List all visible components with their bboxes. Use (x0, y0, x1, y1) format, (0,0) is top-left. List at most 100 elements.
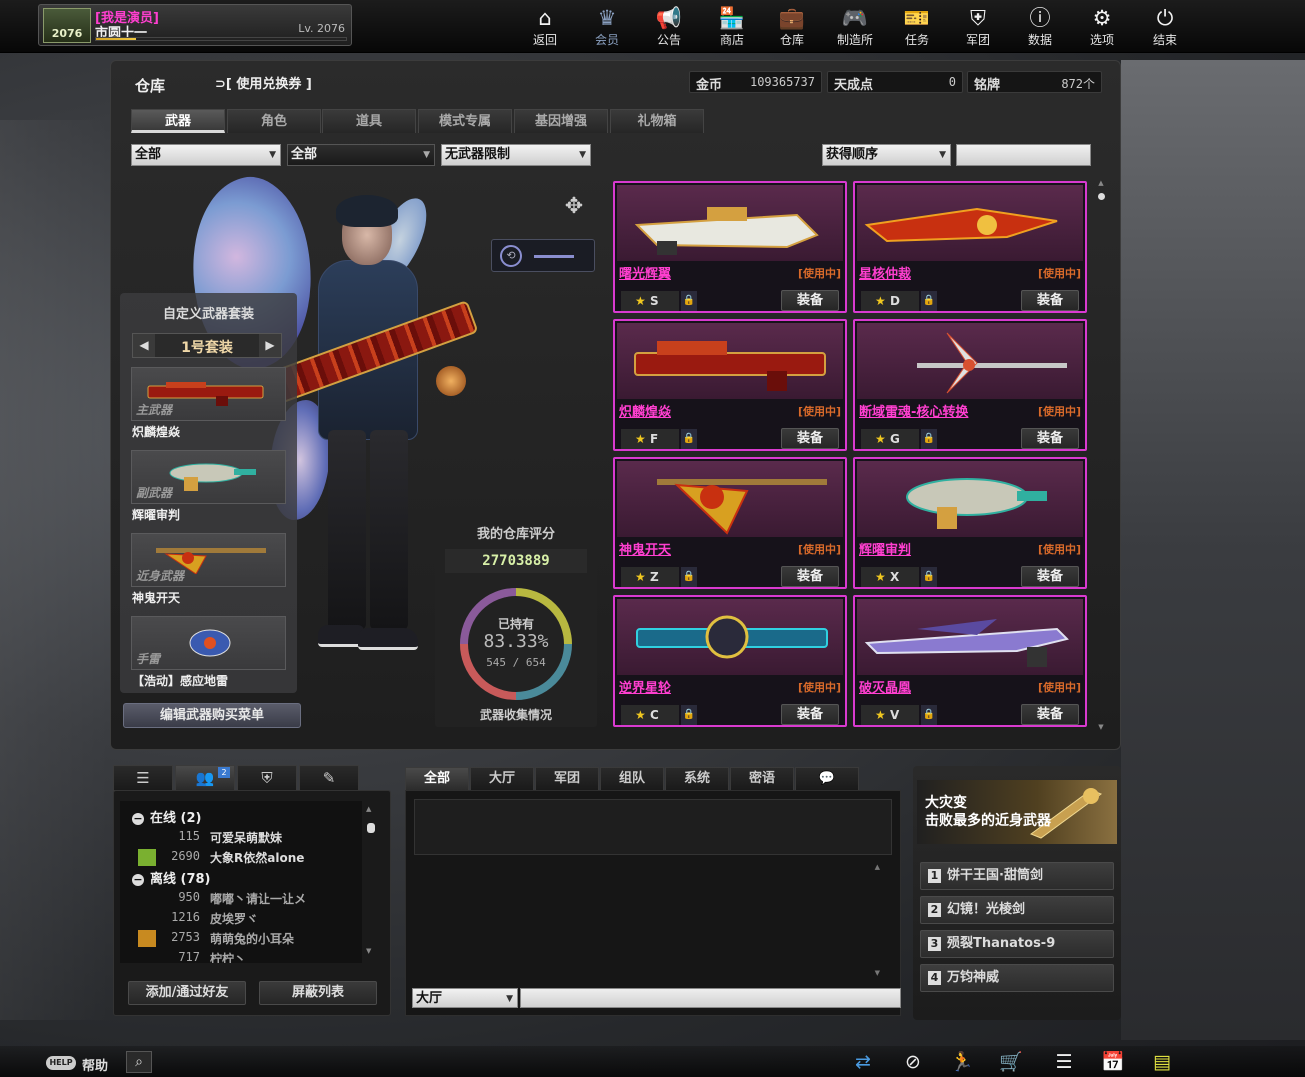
primary-slot[interactable]: 主武器 (131, 367, 286, 421)
grenade-slot[interactable]: 手雷 (131, 616, 286, 670)
weapon-name[interactable]: 炽麟煌焱 (619, 401, 671, 420)
tab-chat-all[interactable]: 全部 (405, 767, 469, 791)
nav-shop[interactable]: 🏪 商店 (702, 5, 762, 49)
chat-input[interactable] (520, 988, 901, 1008)
list-item[interactable]: 717 柠柠丶 (138, 950, 362, 963)
list-item[interactable]: 1216 皮埃罗ヾ (138, 910, 362, 928)
friends-scrollbar[interactable]: ▲ ▼ (366, 805, 375, 955)
tab-chat-system[interactable]: 系统 (665, 767, 729, 791)
swap-icon[interactable]: ⇄ (849, 1050, 877, 1074)
weapon-card[interactable]: 破灭晶凰 [使用中] ★ V 🔒 装备 (853, 595, 1087, 727)
tab-clan-members[interactable]: ⛨ (237, 765, 297, 791)
next-set-button[interactable]: ▶ (259, 334, 281, 357)
previous-set-button[interactable]: ◀ (133, 334, 155, 357)
nav-stats[interactable]: ⓘ 数据 (1010, 5, 1070, 49)
scroll-down-icon[interactable]: ▼ (1097, 723, 1105, 731)
melee-slot[interactable]: 近身武器 (131, 533, 286, 587)
scroll-down-icon[interactable]: ▼ (366, 947, 371, 955)
tab-chat-team[interactable]: 组队 (600, 767, 664, 791)
block-list-button[interactable]: 屏蔽列表 (259, 981, 377, 1005)
weapon-name[interactable]: 神鬼开天 (619, 539, 671, 558)
ranking-row[interactable]: 1 饼干王国·甜筒剑 (920, 862, 1114, 890)
weapon-card[interactable]: 曙光辉翼 [使用中] ★ S 🔒 装备 (613, 181, 847, 313)
compass-icon[interactable]: ⊘ (899, 1050, 927, 1074)
equip-button[interactable]: 装备 (1021, 290, 1079, 311)
weapon-card[interactable]: 星核仲裁 [使用中] ★ D 🔒 装备 (853, 181, 1087, 313)
calendar-icon[interactable]: 📅 (1099, 1050, 1127, 1074)
equip-button[interactable]: 装备 (781, 428, 839, 449)
weapon-name[interactable]: 星核仲裁 (859, 263, 911, 282)
weapon-card[interactable]: 神鬼开天 [使用中] ★ Z 🔒 装备 (613, 457, 847, 589)
scroll-up-icon[interactable]: ▲ (875, 863, 880, 871)
use-voucher-button[interactable]: ⊃[ 使用兑换券 ] (215, 73, 312, 92)
skin-toggle[interactable]: ⟲ (491, 239, 595, 272)
weapon-scrollbar[interactable]: ▲ ▼ (1097, 179, 1105, 731)
limit-filter-select[interactable]: 无武器限制 ▼ (441, 144, 591, 166)
weapon-card[interactable]: 逆界星轮 [使用中] ★ C 🔒 装备 (613, 595, 847, 727)
type-filter-select[interactable]: 全部 ▼ (131, 144, 281, 166)
nav-workshop[interactable]: 🎮 制造所 (825, 5, 885, 49)
weapon-name[interactable]: 断域雷魂-核心转换 (859, 401, 968, 420)
equip-button[interactable]: 装备 (781, 704, 839, 725)
nav-notice[interactable]: 📢 公告 (639, 5, 699, 49)
sort-select[interactable]: 获得顺序 ▼ (822, 144, 951, 166)
tab-giftbox[interactable]: 礼物箱 (610, 109, 704, 133)
checklist-icon[interactable]: ☰ (1050, 1050, 1078, 1074)
nav-mission[interactable]: 🎫 任务 (887, 5, 947, 49)
tab-items[interactable]: 道具 (322, 109, 416, 133)
weapon-card[interactable]: 炽麟煌焱 [使用中] ★ F 🔒 装备 (613, 319, 847, 451)
nav-warehouse[interactable]: 💼 仓库 (762, 5, 822, 49)
nav-exit[interactable]: ⏻ 结束 (1135, 5, 1195, 49)
tab-characters[interactable]: 角色 (227, 109, 321, 133)
sub-filter-select[interactable]: 全部 ▼ (287, 144, 435, 166)
weapon-name[interactable]: 破灭晶凰 (859, 677, 911, 696)
scroll-up-icon[interactable]: ▲ (366, 805, 371, 813)
edit-buy-menu-button[interactable]: 编辑武器购买菜单 (123, 703, 301, 728)
tab-chat-clan[interactable]: 军团 (535, 767, 599, 791)
equip-button[interactable]: 装备 (781, 290, 839, 311)
tab-friends-list[interactable]: ☰ (113, 765, 173, 791)
ranking-row[interactable]: 3 殒裂Thanatos-9 (920, 930, 1114, 958)
chat-channel-select[interactable]: 大厅 ▼ (412, 988, 518, 1008)
nav-clan[interactable]: ⛨ 军团 (948, 5, 1008, 49)
equip-button[interactable]: 装备 (781, 566, 839, 587)
offline-group[interactable]: − 离线 (78) (132, 868, 211, 887)
tab-mode-exclusive[interactable]: 模式专属 (418, 109, 512, 133)
list-item[interactable]: 2690 大象R依然alone (138, 849, 362, 867)
tab-chat-lobby[interactable]: 大厅 (470, 767, 534, 791)
weapon-card[interactable]: 断域雷魂-核心转换 [使用中] ★ G 🔒 装备 (853, 319, 1087, 451)
tab-chat-emoji[interactable]: 💬 (795, 767, 859, 791)
search-input[interactable] (956, 144, 1091, 166)
player-card[interactable]: 2076 [我是演员] 市圆十一 Lv. 2076 (38, 4, 352, 46)
scroll-down-icon[interactable]: ▼ (875, 969, 880, 977)
equip-button[interactable]: 装备 (1021, 566, 1079, 587)
tab-gene[interactable]: 基因增强 (514, 109, 608, 133)
scroll-up-icon[interactable]: ▲ (1097, 179, 1105, 187)
tab-chat-whisper[interactable]: 密语 (730, 767, 794, 791)
online-group[interactable]: − 在线 (2) (132, 807, 201, 826)
ranking-row[interactable]: 4 万钧神威 (920, 964, 1114, 992)
add-friend-button[interactable]: 添加/通过好友 (128, 981, 246, 1005)
scroll-thumb[interactable] (367, 823, 375, 833)
weapon-name[interactable]: 曙光辉翼 (619, 263, 671, 282)
tab-weapons[interactable]: 武器 (131, 109, 225, 133)
search-icon[interactable]: ⌕ (126, 1051, 152, 1073)
ranking-row[interactable]: 2 幻镜！光棱剑 (920, 896, 1114, 924)
tab-friends-group[interactable]: 👥 2 (175, 765, 235, 791)
nav-vip[interactable]: ♛ 会员 (577, 5, 637, 49)
runner-icon[interactable]: 🏃 (948, 1050, 976, 1074)
cart-icon[interactable]: 🛒 (997, 1050, 1025, 1074)
battery-icon[interactable]: ▤ (1148, 1050, 1176, 1074)
list-item[interactable]: 115 可爱呆萌默妹 (138, 829, 362, 847)
weapon-name[interactable]: 逆界星轮 (619, 677, 671, 696)
help-toggle[interactable]: HELP (46, 1056, 76, 1070)
nav-options[interactable]: ⚙ 选项 (1072, 5, 1132, 49)
nav-home[interactable]: ⌂ 返回 (515, 5, 575, 49)
weapon-card[interactable]: 辉曜审判 [使用中] ★ X 🔒 装备 (853, 457, 1087, 589)
secondary-slot[interactable]: 副武器 (131, 450, 286, 504)
weapon-name[interactable]: 辉曜审判 (859, 539, 911, 558)
equip-button[interactable]: 装备 (1021, 428, 1079, 449)
rotate-model-icon[interactable]: ✥ (556, 190, 592, 224)
list-item[interactable]: 950 嘟嘟丶请让一让メ (138, 890, 362, 908)
list-item[interactable]: 2753 萌萌兔的小耳朵 (138, 930, 362, 948)
